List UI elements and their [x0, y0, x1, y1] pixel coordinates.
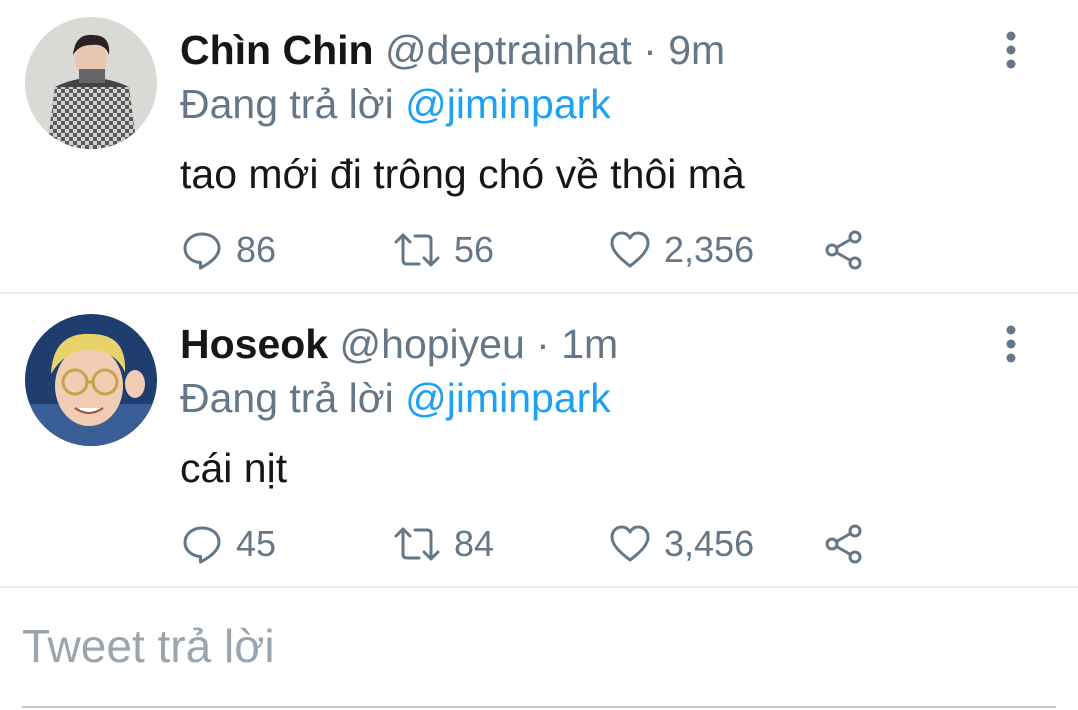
tweet-header: Chìn Chin @deptrainhat · 9m — [180, 26, 725, 74]
timestamp[interactable]: 1m — [561, 321, 618, 367]
like-count: 2,356 — [664, 229, 755, 270]
retweet-icon — [394, 233, 440, 267]
tweet-text: cái nịt — [180, 445, 288, 491]
tweet-header: Hoseok @hopiyeu · 1m — [180, 320, 618, 368]
replying-prefix: Đang trả lời — [180, 375, 406, 421]
reply-button[interactable]: 86 — [180, 226, 276, 274]
reply-count: 45 — [236, 523, 277, 564]
separator: · — [631, 27, 669, 73]
retweet-count: 56 — [454, 229, 495, 270]
like-button[interactable]: 2,356 — [608, 226, 754, 274]
tweet-card[interactable]: Hoseok @hopiyeu · 1m Đang trả lời @jimin… — [0, 294, 1078, 586]
retweet-button[interactable]: 84 — [392, 520, 494, 568]
avatar-image — [25, 314, 157, 446]
tweet-actions: 45 84 3,456 — [180, 520, 880, 568]
like-count: 3,456 — [664, 523, 755, 564]
reply-count: 86 — [236, 229, 277, 270]
share-icon — [825, 524, 862, 564]
share-icon — [825, 230, 862, 270]
mention-link[interactable]: @jiminpark — [405, 375, 611, 421]
reply-bubble-icon — [183, 526, 221, 564]
more-options-button[interactable] — [996, 30, 1026, 70]
reply-compose: Tweet trả lời — [0, 588, 1078, 710]
avatar[interactable] — [25, 17, 157, 149]
heart-icon — [610, 231, 650, 268]
like-button[interactable]: 3,456 — [608, 520, 754, 568]
display-name[interactable]: Chìn Chin — [180, 27, 374, 73]
mention-link[interactable]: @jiminpark — [405, 81, 611, 127]
retweet-button[interactable]: 56 — [392, 226, 494, 274]
replying-to: Đang trả lời @jiminpark — [180, 374, 611, 422]
input-underline — [22, 706, 1056, 708]
replying-to: Đang trả lời @jiminpark — [180, 80, 611, 128]
handle[interactable]: @deptrainhat — [385, 27, 632, 73]
separator: · — [524, 321, 562, 367]
reply-bubble-icon — [183, 232, 221, 270]
display-name[interactable]: Hoseok — [180, 321, 328, 367]
tweet-card[interactable]: Chìn Chin @deptrainhat · 9m Đang trả lời… — [0, 0, 1078, 292]
tweet-text: tao mới đi trông chó về thôi mà — [180, 151, 745, 197]
tweet-actions: 86 56 2,356 — [180, 226, 880, 274]
retweet-count: 84 — [454, 523, 495, 564]
more-vertical-icon — [1006, 31, 1016, 69]
heart-icon — [610, 525, 650, 562]
avatar[interactable] — [25, 314, 157, 446]
reply-input[interactable]: Tweet trả lời — [22, 618, 275, 674]
timestamp[interactable]: 9m — [668, 27, 725, 73]
retweet-icon — [394, 527, 440, 561]
reply-button[interactable]: 45 — [180, 520, 276, 568]
replying-prefix: Đang trả lời — [180, 81, 406, 127]
share-button[interactable] — [822, 226, 878, 274]
handle[interactable]: @hopiyeu — [340, 321, 525, 367]
share-button[interactable] — [822, 520, 878, 568]
more-vertical-icon — [1006, 325, 1016, 363]
avatar-image — [25, 17, 157, 149]
more-options-button[interactable] — [996, 324, 1026, 364]
